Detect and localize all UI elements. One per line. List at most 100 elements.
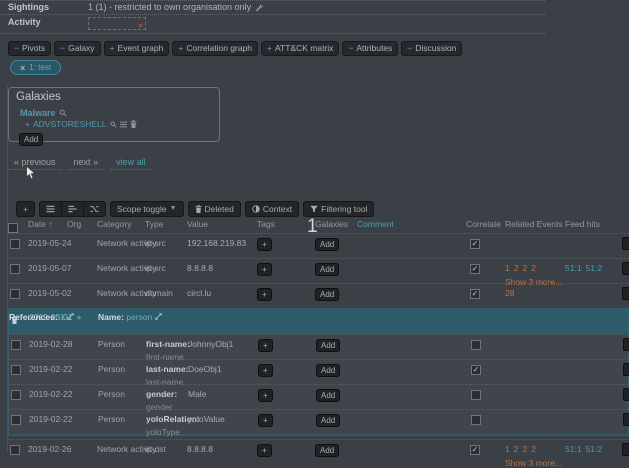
add-galaxy-button[interactable]: Add xyxy=(316,389,340,402)
toggle-galaxy-button[interactable]: −Galaxy xyxy=(54,41,100,56)
trash-icon[interactable] xyxy=(130,120,137,128)
expand-icon[interactable]: + xyxy=(25,119,30,129)
column-header-tags[interactable]: Tags xyxy=(257,219,275,229)
row-checkbox[interactable] xyxy=(11,415,21,425)
column-header-value[interactable]: Value xyxy=(187,219,208,229)
pivot-label[interactable]: 1: test xyxy=(29,63,51,72)
row-checkbox[interactable] xyxy=(10,289,20,299)
column-header-date[interactable]: Date ↑ xyxy=(28,219,53,229)
select-all-checkbox[interactable] xyxy=(8,223,18,233)
add-tag-button[interactable]: + xyxy=(258,389,273,402)
object-name-link[interactable]: person xyxy=(126,312,154,322)
row-checkbox[interactable] xyxy=(11,365,21,375)
wrench-icon[interactable] xyxy=(255,3,264,12)
feed-hit-link[interactable]: 51:1 xyxy=(565,444,582,454)
column-header-org[interactable]: Org xyxy=(67,219,81,229)
correlate-checkbox[interactable] xyxy=(471,365,481,375)
add-attribute-button[interactable]: + xyxy=(16,201,35,217)
actions-button[interactable] xyxy=(623,413,629,426)
feed-hit-link[interactable]: 51:2 xyxy=(586,263,603,273)
column-header-comment[interactable]: Comment xyxy=(357,219,394,229)
add-galaxy-button[interactable]: Add xyxy=(315,288,339,301)
expand-icon[interactable] xyxy=(155,313,162,320)
context-button[interactable]: Context xyxy=(245,201,299,217)
list-view-icon[interactable] xyxy=(39,201,62,217)
search-icon[interactable] xyxy=(59,109,67,117)
filtering-tool-button[interactable]: Filtering tool xyxy=(303,201,374,217)
related-event-link[interactable]: 2 xyxy=(522,263,527,273)
pivot-pill[interactable]: × 1: test xyxy=(10,60,61,75)
add-galaxy-button[interactable]: Add xyxy=(315,238,339,251)
toggle-pivots-button[interactable]: −Pivots xyxy=(8,41,51,56)
add-tag-button[interactable]: + xyxy=(258,339,273,352)
view-all-link[interactable]: view all xyxy=(110,155,152,170)
value-cell[interactable]: 192.168.219.83 xyxy=(187,238,246,248)
value-cell[interactable]: JohnnyObj1 xyxy=(188,339,233,349)
scope-toggle-button[interactable]: Scope toggle ▼ xyxy=(110,201,184,217)
actions-button[interactable] xyxy=(622,237,629,250)
value-cell[interactable]: 8.8.8.8 xyxy=(187,263,213,273)
value-cell[interactable]: yoloValue xyxy=(188,414,225,424)
add-galaxy-button[interactable]: Add xyxy=(315,444,339,457)
actions-button[interactable] xyxy=(623,363,629,376)
add-galaxy-button[interactable]: Add xyxy=(316,339,340,352)
correlate-checkbox[interactable] xyxy=(470,445,480,455)
add-tag-button[interactable]: + xyxy=(257,238,272,251)
add-galaxy-button[interactable]: Add xyxy=(316,414,340,427)
references-count[interactable]: 1 xyxy=(60,312,67,322)
add-tag-button[interactable]: + xyxy=(257,263,272,276)
column-header-type[interactable]: Type xyxy=(145,219,163,229)
deleted-button[interactable]: Deleted xyxy=(188,201,241,217)
toggle-correlation-graph-button[interactable]: +Correlation graph xyxy=(172,41,258,56)
add-galaxy-button[interactable]: Add xyxy=(316,364,340,377)
toggle-discussion-button[interactable]: −Discussion xyxy=(401,41,462,56)
show-more-link[interactable]: Show 3 more... xyxy=(505,458,562,468)
row-checkbox[interactable] xyxy=(10,445,20,455)
related-event-link[interactable]: 2 xyxy=(531,444,536,454)
list-icon[interactable] xyxy=(120,121,127,128)
value-cell[interactable]: 8.8.8.8 xyxy=(187,444,213,454)
column-header-related-events[interactable]: Related Events xyxy=(505,219,563,229)
value-cell[interactable]: Male xyxy=(188,389,206,399)
next-page-link[interactable]: next » xyxy=(68,155,105,170)
related-event-link[interactable]: 28 xyxy=(505,288,514,298)
column-header-galaxies[interactable]: Galaxies xyxy=(315,219,348,229)
value-cell[interactable]: circl.lu xyxy=(187,288,211,298)
related-event-link[interactable]: 1 xyxy=(505,263,510,273)
related-event-link[interactable]: 2 xyxy=(531,263,536,273)
feed-hit-link[interactable]: 51:1 xyxy=(565,263,582,273)
actions-button[interactable] xyxy=(622,287,629,300)
galaxy-cluster-label[interactable]: ADVSTORESHELL xyxy=(33,119,107,129)
correlate-checkbox[interactable] xyxy=(470,264,480,274)
related-event-link[interactable]: 2 xyxy=(522,444,527,454)
row-checkbox[interactable] xyxy=(11,340,21,350)
column-header-feed-hits[interactable]: Feed hits xyxy=(565,219,600,229)
correlate-checkbox[interactable] xyxy=(471,340,481,350)
row-checkbox[interactable] xyxy=(10,239,20,249)
add-reference-icon[interactable]: + xyxy=(74,312,81,322)
galaxy-type-label[interactable]: Malware xyxy=(20,108,56,118)
actions-button[interactable] xyxy=(623,388,629,401)
correlate-checkbox[interactable] xyxy=(470,239,480,249)
add-galaxy-button[interactable]: Add xyxy=(19,133,43,146)
feed-hit-link[interactable]: 51:2 xyxy=(586,444,603,454)
column-header-correlate[interactable]: Correlate xyxy=(466,219,501,229)
compact-view-icon[interactable] xyxy=(61,201,84,217)
related-event-link[interactable]: 2 xyxy=(514,444,519,454)
add-tag-button[interactable]: + xyxy=(257,444,272,457)
value-cell[interactable]: DoeObj1 xyxy=(188,364,222,374)
toggle-att-ck-matrix-button[interactable]: +ATT&CK matrix xyxy=(261,41,339,56)
shuffle-icon[interactable] xyxy=(83,201,106,217)
row-checkbox[interactable] xyxy=(11,390,21,400)
toggle-event-graph-button[interactable]: +Event graph xyxy=(104,41,170,56)
correlate-checkbox[interactable] xyxy=(471,390,481,400)
related-event-link[interactable]: 1 xyxy=(505,444,510,454)
correlate-checkbox[interactable] xyxy=(471,415,481,425)
add-tag-button[interactable]: + xyxy=(258,414,273,427)
add-galaxy-button[interactable]: Add xyxy=(315,263,339,276)
row-checkbox[interactable] xyxy=(10,264,20,274)
close-icon[interactable]: × xyxy=(20,63,25,73)
add-tag-button[interactable]: + xyxy=(257,288,272,301)
toggle-attributes-button[interactable]: −Attributes xyxy=(342,41,398,56)
search-icon[interactable] xyxy=(110,121,117,128)
